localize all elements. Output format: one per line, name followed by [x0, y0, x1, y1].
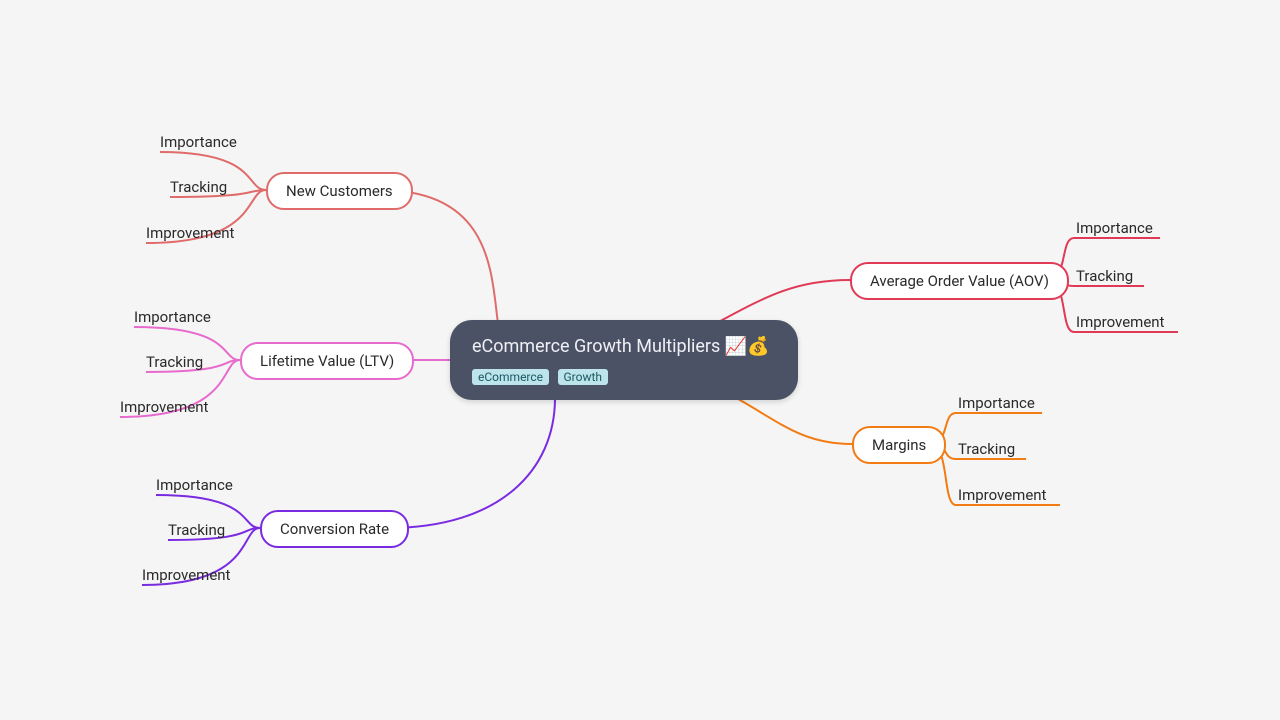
- root-title: eCommerce Growth Multipliers 📈💰: [472, 336, 776, 357]
- leaf-new-customers-improvement[interactable]: Improvement: [146, 224, 234, 242]
- leaf-conversion-improvement[interactable]: Improvement: [142, 566, 230, 584]
- branch-label: Lifetime Value (LTV): [260, 352, 394, 370]
- tag-growth[interactable]: Growth: [558, 369, 609, 385]
- leaf-conversion-tracking[interactable]: Tracking: [168, 521, 225, 539]
- leaf-new-customers-tracking[interactable]: Tracking: [170, 178, 227, 196]
- branch-ltv[interactable]: Lifetime Value (LTV): [240, 342, 414, 380]
- branch-label: Margins: [872, 436, 926, 454]
- root-node[interactable]: eCommerce Growth Multipliers 📈💰 eCommerc…: [450, 320, 798, 400]
- branch-label: Average Order Value (AOV): [870, 272, 1049, 290]
- branch-label: Conversion Rate: [280, 520, 389, 538]
- leaf-new-customers-importance[interactable]: Importance: [160, 133, 237, 151]
- branch-aov[interactable]: Average Order Value (AOV): [850, 262, 1069, 300]
- leaf-ltv-importance[interactable]: Importance: [134, 308, 211, 326]
- leaf-aov-tracking[interactable]: Tracking: [1076, 267, 1133, 285]
- leaf-aov-importance[interactable]: Importance: [1076, 219, 1153, 237]
- branch-new-customers[interactable]: New Customers: [266, 172, 413, 210]
- leaf-aov-improvement[interactable]: Improvement: [1076, 313, 1164, 331]
- branch-label: New Customers: [286, 182, 393, 200]
- leaf-margins-improvement[interactable]: Improvement: [958, 486, 1046, 504]
- tag-ecommerce[interactable]: eCommerce: [472, 369, 549, 385]
- leaf-conversion-importance[interactable]: Importance: [156, 476, 233, 494]
- leaf-margins-importance[interactable]: Importance: [958, 394, 1035, 412]
- leaf-margins-tracking[interactable]: Tracking: [958, 440, 1015, 458]
- branch-margins[interactable]: Margins: [852, 426, 946, 464]
- branch-conversion[interactable]: Conversion Rate: [260, 510, 409, 548]
- root-tags: eCommerce Growth: [472, 365, 776, 386]
- leaf-ltv-improvement[interactable]: Improvement: [120, 398, 208, 416]
- leaf-ltv-tracking[interactable]: Tracking: [146, 353, 203, 371]
